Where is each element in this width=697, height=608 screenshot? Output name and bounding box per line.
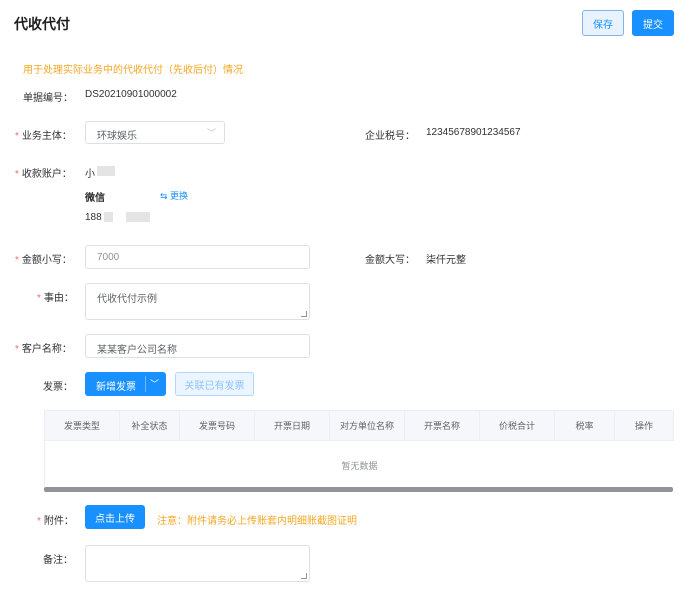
change-account-link[interactable]: ⇆ 更换 <box>160 189 188 202</box>
amount-label: * 金额小写： <box>15 255 72 266</box>
new-invoice-label: 新增发票 <box>96 382 136 393</box>
empty-state-text: 暂无数据 <box>341 461 378 471</box>
redacted-mask <box>104 212 113 222</box>
reason-value: 代收代付示例 <box>97 294 157 305</box>
amount-input[interactable]: 7000 <box>85 245 310 269</box>
remark-textarea[interactable] <box>85 545 310 582</box>
doc-no-label: 单据编号： <box>23 93 73 104</box>
upload-button[interactable]: 点击上传 <box>85 505 145 529</box>
column-header: 发票类型 <box>45 411 120 441</box>
table-header: 发票类型 补全状态 发票号码 开票日期 对方单位名称 开票名称 价税合计 税率 … <box>44 411 674 441</box>
redacted-mask <box>97 166 115 176</box>
column-header: 开票日期 <box>255 411 330 441</box>
remark-label: 备注： <box>43 555 73 566</box>
column-header: 发票号码 <box>180 411 255 441</box>
chevron-down-icon[interactable]: ﹀ <box>150 377 159 390</box>
account-phone: 188 <box>85 212 102 223</box>
reason-textarea[interactable]: 代收代付示例 <box>85 283 310 320</box>
amount-upper-label: 金额大写： <box>365 255 415 266</box>
resize-handle-icon[interactable] <box>301 311 307 317</box>
customer-label: * 客户名称： <box>15 344 72 355</box>
amount-placeholder: 7000 <box>97 252 120 263</box>
account-label: * 收款账户： <box>15 169 72 180</box>
doc-no-value: DS20210901000002 <box>85 89 177 100</box>
tax-no-label: 企业税号： <box>365 131 415 142</box>
reason-label: * 事由： <box>37 293 74 304</box>
usage-hint: 用于处理实际业务中的代收代付（先收后付）情况 <box>23 65 243 76</box>
horizontal-scrollbar[interactable] <box>44 487 673 492</box>
account-name: 小 <box>85 169 95 180</box>
redacted-mask <box>126 212 150 222</box>
save-button[interactable]: 保存 <box>582 10 624 36</box>
submit-button[interactable]: 提交 <box>632 10 674 36</box>
attachment-note: 注意：附件请务必上传账套内明细账截图证明 <box>157 516 357 527</box>
column-header: 对方单位名称 <box>330 411 405 441</box>
account-channel: 微信 <box>85 193 105 204</box>
column-header: 开票名称 <box>405 411 480 441</box>
tax-no-value: 12345678901234567 <box>426 127 521 138</box>
entity-label: * 业务主体： <box>15 131 72 142</box>
column-header: 税率 <box>555 411 615 441</box>
entity-select[interactable]: 环球娱乐 ﹀ <box>85 121 225 144</box>
button-divider <box>145 376 146 392</box>
customer-input[interactable]: 某某客户公司名称 <box>85 334 310 358</box>
new-invoice-button[interactable]: 新增发票 ﹀ <box>85 372 166 396</box>
column-header: 补全状态 <box>120 411 180 441</box>
invoice-label: 发票： <box>43 382 73 393</box>
column-header: 价税合计 <box>480 411 555 441</box>
amount-upper-value: 柒仟元整 <box>426 255 466 266</box>
chevron-down-icon: ﹀ <box>206 128 216 138</box>
attachment-label: * 附件： <box>37 516 74 527</box>
link-invoice-button[interactable]: 关联已有发票 <box>175 372 254 396</box>
invoice-table: 发票类型 补全状态 发票号码 开票日期 对方单位名称 开票名称 价税合计 税率 … <box>44 410 674 492</box>
page-title: 代收代付 <box>14 16 70 32</box>
table-body: 暂无数据 <box>44 441 673 487</box>
resize-handle-icon[interactable] <box>301 573 307 579</box>
entity-select-value: 环球娱乐 <box>97 131 137 142</box>
column-header: 操作 <box>615 411 674 441</box>
customer-value: 某某客户公司名称 <box>97 345 177 356</box>
